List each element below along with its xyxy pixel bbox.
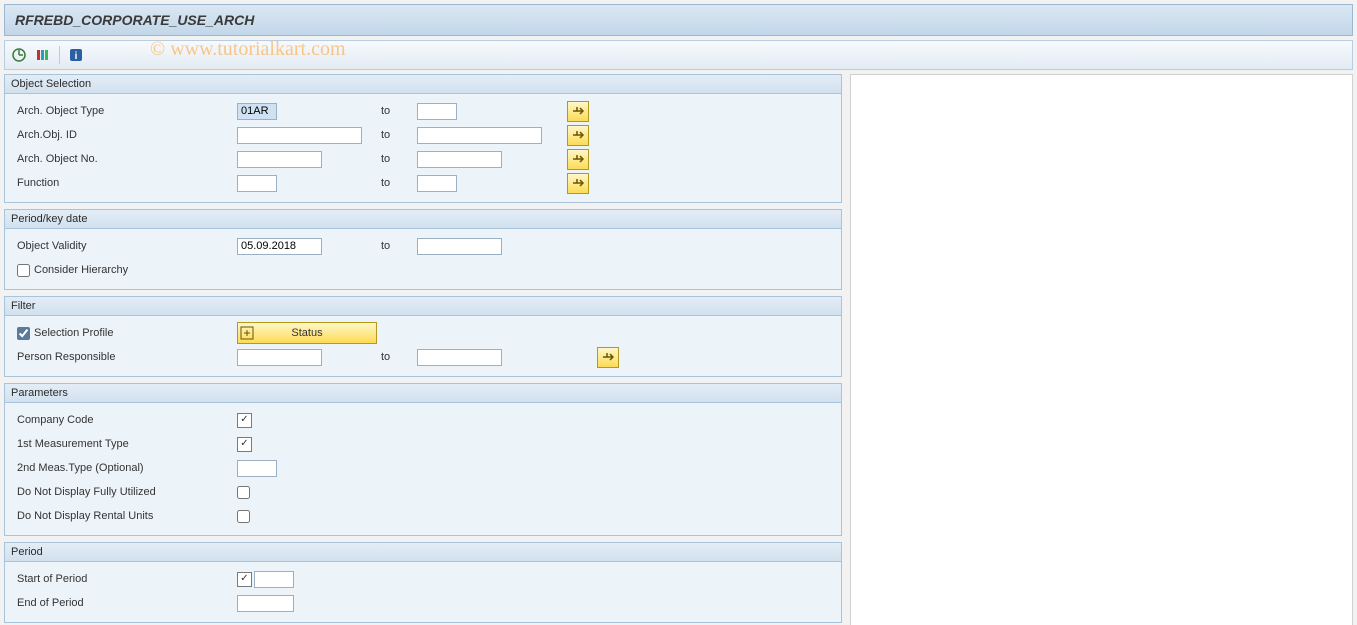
company-code-required-icon[interactable]: ✓: [237, 413, 252, 428]
toolbar-separator: [59, 46, 60, 64]
label-start-period: Start of Period: [13, 573, 237, 585]
execute-icon[interactable]: [11, 47, 27, 63]
label-arch-obj-id: Arch.Obj. ID: [13, 129, 237, 141]
toolbar: i: [4, 40, 1353, 70]
label-arch-object-no: Arch. Object No.: [13, 153, 237, 165]
label-arch-object-type: Arch. Object Type: [13, 105, 237, 117]
label-first-meas-type: 1st Measurement Type: [13, 438, 237, 450]
multi-select-button[interactable]: [567, 173, 589, 194]
group-title: Parameters: [5, 384, 841, 403]
label-company-code: Company Code: [13, 414, 237, 426]
label-object-validity: Object Validity: [13, 240, 237, 252]
arch-object-no-to[interactable]: [417, 151, 502, 168]
status-button-label: Status: [291, 327, 322, 339]
group-title: Period: [5, 543, 841, 562]
label-end-period: End of Period: [13, 597, 237, 609]
arch-obj-id-to[interactable]: [417, 127, 542, 144]
multi-select-button[interactable]: [567, 149, 589, 170]
multi-select-button[interactable]: [597, 347, 619, 368]
label-no-rental-units: Do Not Display Rental Units: [13, 510, 237, 522]
no-fully-utilized-checkbox[interactable]: [237, 486, 250, 499]
function-to[interactable]: [417, 175, 457, 192]
group-title: Object Selection: [5, 75, 841, 94]
object-validity-to[interactable]: [417, 238, 502, 255]
svg-text:i: i: [75, 51, 78, 62]
arch-obj-id-from[interactable]: [237, 127, 362, 144]
to-label: to: [377, 129, 417, 141]
info-icon[interactable]: i: [68, 47, 84, 63]
to-label: to: [377, 153, 417, 165]
group-title: Filter: [5, 297, 841, 316]
group-title: Period/key date: [5, 210, 841, 229]
arch-object-no-from[interactable]: [237, 151, 322, 168]
selection-profile-checkbox[interactable]: [17, 327, 30, 340]
first-meas-type-required-icon[interactable]: ✓: [237, 437, 252, 452]
object-validity-from[interactable]: [237, 238, 322, 255]
right-panel: [850, 74, 1353, 625]
status-expand-icon: [240, 326, 254, 340]
label-consider-hierarchy: Consider Hierarchy: [34, 264, 128, 276]
multi-select-button[interactable]: [567, 125, 589, 146]
function-from[interactable]: [237, 175, 277, 192]
arch-object-type-to[interactable]: [417, 103, 457, 120]
to-label: to: [377, 351, 417, 363]
label-function: Function: [13, 177, 237, 189]
to-label: to: [377, 105, 417, 117]
person-responsible-from[interactable]: [237, 349, 322, 366]
label-person-responsible: Person Responsible: [13, 351, 237, 363]
label-second-meas-type: 2nd Meas.Type (Optional): [13, 462, 237, 474]
person-responsible-to[interactable]: [417, 349, 502, 366]
label-no-fully-utilized: Do Not Display Fully Utilized: [13, 486, 237, 498]
page-title: RFREBD_CORPORATE_USE_ARCH: [4, 4, 1353, 36]
second-meas-type-input[interactable]: [237, 460, 277, 477]
group-filter: Filter Selection Profile Status: [4, 296, 842, 377]
consider-hierarchy-checkbox[interactable]: [17, 264, 30, 277]
start-period-input[interactable]: [254, 571, 294, 588]
end-period-input[interactable]: [237, 595, 294, 612]
group-period: Period Start of Period ✓ End of Period: [4, 542, 842, 623]
group-period-key-date: Period/key date Object Validity to Consi…: [4, 209, 842, 290]
to-label: to: [377, 177, 417, 189]
no-rental-units-checkbox[interactable]: [237, 510, 250, 523]
label-selection-profile: Selection Profile: [34, 327, 114, 339]
start-period-required-icon[interactable]: ✓: [237, 572, 252, 587]
arch-object-type-from[interactable]: [237, 103, 277, 120]
variant-icon[interactable]: [35, 47, 51, 63]
status-button[interactable]: Status: [237, 322, 377, 344]
group-parameters: Parameters Company Code ✓ 1st Measuremen…: [4, 383, 842, 536]
to-label: to: [377, 240, 417, 252]
multi-select-button[interactable]: [567, 101, 589, 122]
group-object-selection: Object Selection Arch. Object Type to Ar…: [4, 74, 842, 203]
